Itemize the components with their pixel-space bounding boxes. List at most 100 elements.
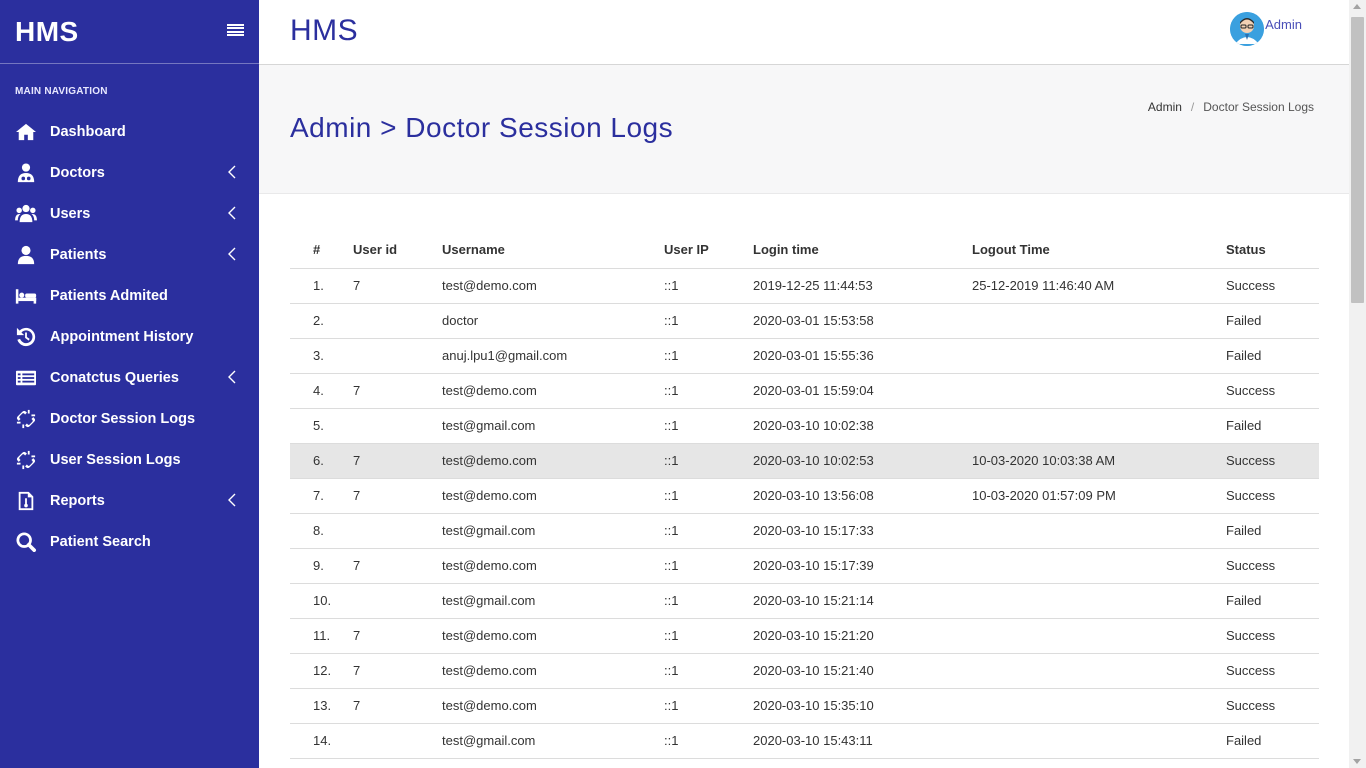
chevron-left-icon[interactable] [227,370,237,384]
sidebar-item-dashboard[interactable]: Dashboard [0,111,259,152]
table-row[interactable]: 8. test@gmail.com::1 2020-03-10 15:17:33 Fa… [290,513,1319,549]
cell-username: test@gmail.com [442,513,664,549]
sidebar-item-label: Doctor Session Logs [50,410,196,427]
cell-username: test@gmail.com [442,583,664,619]
sidebar-item-label: Patients Admited [50,287,168,304]
sidebar-item-user-session-logs[interactable]: User Session Logs [0,439,259,480]
chevron-left-icon[interactable] [227,206,237,220]
table-row[interactable]: 5. test@gmail.com::1 2020-03-10 10:02:38 Fa… [290,408,1319,444]
cell-username: test@demo.com [442,653,664,689]
table-row[interactable]: 1. 7 test@demo.com::1 2019-12-25 11:44:53 25… [290,268,1319,304]
chevron-left-icon[interactable] [227,247,237,261]
user-name-link[interactable]: Admin [1265,17,1302,32]
sidebar-item-label: Doctors [50,164,105,181]
sidebar-item-patient-search[interactable]: Patient Search [0,521,259,562]
column-header-user-ip: User IP [664,232,753,269]
table-body: 1. 7 test@demo.com::1 2019-12-25 11:44:53 25… [290,268,1319,759]
sidebar-item-label: Appointment History [50,328,194,345]
cell-logout-time [972,548,1226,584]
cell-user-id [353,338,442,374]
table-row[interactable]: 7. 7 test@demo.com::1 2020-03-10 13:56:08 10… [290,478,1319,514]
cell-row-number: 11. [290,618,353,654]
cell-row-number: 4. [290,373,353,409]
history-icon [14,326,38,348]
cell-row-number: 13. [290,688,353,724]
cell-login-time: 2020-03-10 13:56:08 [753,478,972,514]
cell-login-time: 2020-03-10 15:43:11 [753,723,972,759]
sidebar-item-doctor-session-logs[interactable]: Doctor Session Logs [0,398,259,439]
cell-user-id: 7 [353,688,442,724]
sidebar-item-patients-admited[interactable]: Patients Admited [0,275,259,316]
scroll-up-arrow-icon[interactable] [1353,4,1361,9]
cell-user-id: 7 [353,268,442,304]
cell-status: Failed [1226,303,1319,339]
cell-status: Failed [1226,583,1319,619]
table-row[interactable]: 3. anuj.lpu1@gmail.com::1 2020-03-01 15:55… [290,338,1319,374]
menu-toggle-icon[interactable] [227,24,244,36]
list-icon [14,367,38,389]
home-icon [14,121,38,143]
table-row[interactable]: 2. doctor::1 2020-03-01 15:53:58 Failed [290,303,1319,339]
table-row[interactable]: 11. 7 test@demo.com::1 2020-03-10 15:21:20 S… [290,618,1319,654]
table-row[interactable]: 9. 7 test@demo.com::1 2020-03-10 15:17:39 Su… [290,548,1319,584]
page-heading-section: Admin > Doctor Session Logs Admin / Doct… [259,65,1349,194]
cell-user-id: 7 [353,653,442,689]
cell-logout-time [972,513,1226,549]
cell-username: test@demo.com [442,688,664,724]
scrollbar-thumb[interactable] [1351,17,1364,303]
sidebar-item-users[interactable]: Users [0,193,259,234]
table-row[interactable]: 10. test@gmail.com::1 2020-03-10 15:21:14 F… [290,583,1319,619]
table-row[interactable]: 6. 7 test@demo.com::1 2020-03-10 10:02:53 10… [290,443,1319,479]
cell-row-number: 6. [290,443,353,479]
cell-status: Success [1226,443,1319,479]
sidebar-item-label: Dashboard [50,123,126,140]
cell-login-time: 2020-03-10 15:17:39 [753,548,972,584]
cell-login-time: 2020-03-10 10:02:38 [753,408,972,444]
sidebar-item-doctors[interactable]: Doctors [0,152,259,193]
cell-username: test@demo.com [442,268,664,304]
unlink-icon [14,408,38,430]
sidebar-item-reports[interactable]: Reports [0,480,259,521]
cell-login-time: 2020-03-10 15:17:33 [753,513,972,549]
cell-user-ip: ::1 [664,688,753,724]
users-icon [14,203,38,225]
cell-status: Failed [1226,338,1319,374]
chevron-left-icon[interactable] [227,493,237,507]
cell-login-time: 2020-03-01 15:53:58 [753,303,972,339]
cell-logout-time: 25-12-2019 11:46:40 AM [972,268,1226,304]
cell-user-id: 7 [353,548,442,584]
column-header-status: Status [1226,232,1319,269]
page-scrollbar[interactable] [1349,0,1366,768]
cell-logout-time: 10-03-2020 10:03:38 AM [972,443,1226,479]
sidebar-item-conatctus-queries[interactable]: Conatctus Queries [0,357,259,398]
cell-user-id [353,408,442,444]
cell-status: Success [1226,688,1319,724]
avatar-icon[interactable] [1230,12,1265,46]
cell-logout-time [972,653,1226,689]
cell-user-ip: ::1 [664,478,753,514]
chevron-left-icon[interactable] [227,165,237,179]
cell-login-time: 2020-03-10 15:21:40 [753,653,972,689]
cell-row-number: 1. [290,268,353,304]
table-row[interactable]: 13. 7 test@demo.com::1 2020-03-10 15:35:10 S… [290,688,1319,724]
column-header-username: Username [442,232,664,269]
cell-user-ip: ::1 [664,268,753,304]
table-row[interactable]: 4. 7 test@demo.com::1 2020-03-01 15:59:04 Su… [290,373,1319,409]
table-row[interactable]: 14. test@gmail.com::1 2020-03-10 15:43:11 F… [290,723,1319,759]
cell-username: test@demo.com [442,443,664,479]
column-header-login-time: Login time [753,232,972,269]
cell-user-id: 7 [353,373,442,409]
cell-username: test@gmail.com [442,408,664,444]
sidebar-item-patients[interactable]: Patients [0,234,259,275]
brand-logo-text[interactable]: HMS [15,16,79,48]
cell-username: anuj.lpu1@gmail.com [442,338,664,374]
scroll-down-arrow-icon[interactable] [1353,759,1361,764]
sidebar-item-appointment-history[interactable]: Appointment History [0,316,259,357]
cell-login-time: 2020-03-10 10:02:53 [753,443,972,479]
cell-status: Success [1226,548,1319,584]
table-row[interactable]: 12. 7 test@demo.com::1 2020-03-10 15:21:40 S… [290,653,1319,689]
breadcrumb-admin-link[interactable]: Admin [1148,100,1182,114]
nav-header: MAIN NAVIGATION [15,86,108,97]
cell-logout-time [972,303,1226,339]
user-menu[interactable]: Admin [1230,12,1302,46]
